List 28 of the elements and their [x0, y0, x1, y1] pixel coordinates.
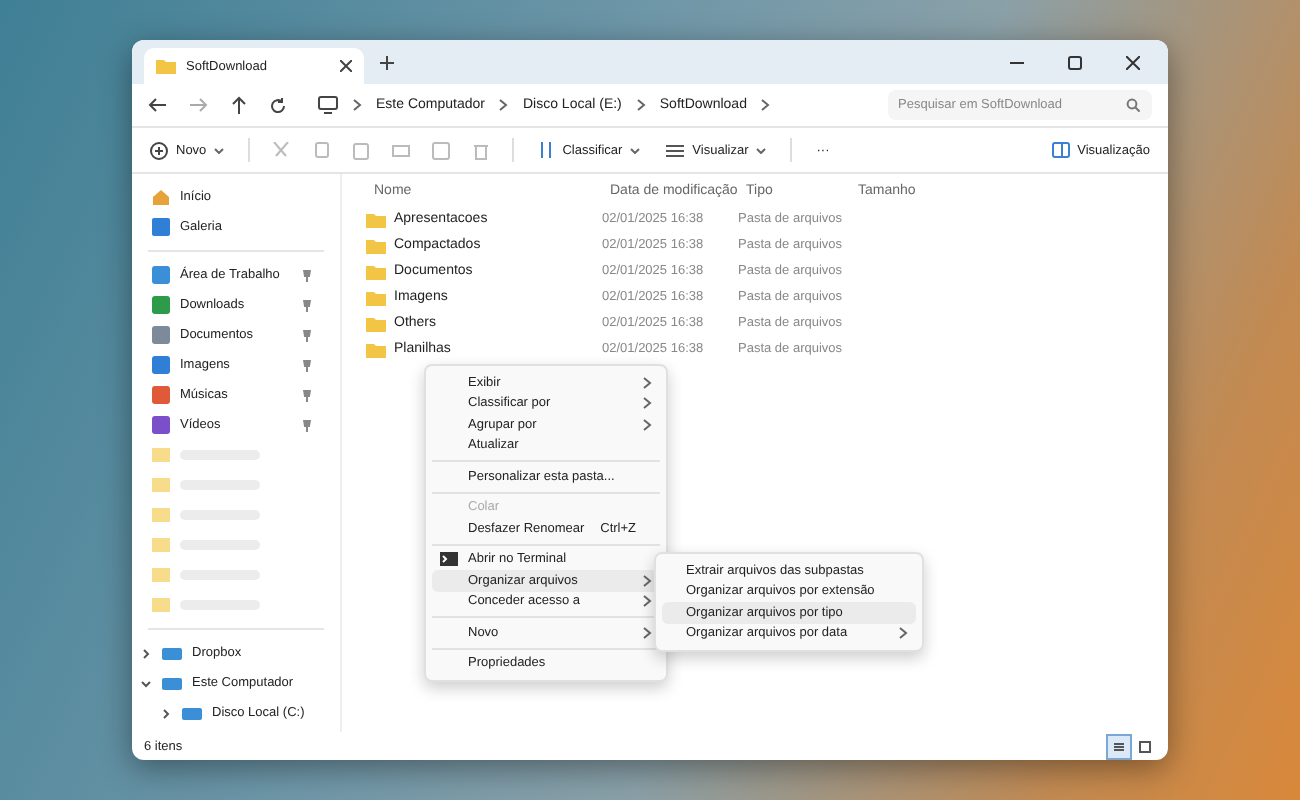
computer-icon	[318, 96, 338, 114]
chevron-icon	[642, 625, 652, 640]
chevron-icon	[352, 98, 362, 112]
home-icon	[152, 188, 170, 206]
chevron-icon	[498, 98, 509, 112]
close-icon[interactable]	[1126, 55, 1140, 69]
chevron-icon	[760, 98, 771, 112]
expander-icon[interactable]	[160, 707, 172, 719]
maximize-icon[interactable]	[1068, 55, 1082, 69]
details-view-icon[interactable]	[1108, 735, 1130, 757]
caret-icon	[214, 147, 225, 153]
search-icon	[1126, 98, 1140, 112]
caret-icon	[756, 147, 767, 153]
add-tab-icon[interactable]	[380, 55, 394, 69]
back-icon[interactable]	[148, 98, 166, 112]
tiles-view-icon[interactable]	[1134, 735, 1156, 757]
expander-icon[interactable]	[140, 677, 152, 689]
preview-pane-icon	[1051, 142, 1070, 158]
lines-icon	[666, 143, 685, 157]
close-icon[interactable]	[340, 60, 352, 72]
caret-icon	[630, 147, 641, 153]
chevron-icon	[898, 626, 908, 641]
refresh-icon[interactable]	[270, 97, 286, 113]
up-icon[interactable]	[232, 96, 246, 114]
expander-icon[interactable]	[140, 647, 152, 659]
plus-circle-icon	[150, 141, 168, 159]
chevron-icon	[635, 98, 646, 112]
terminal-icon	[440, 552, 458, 567]
